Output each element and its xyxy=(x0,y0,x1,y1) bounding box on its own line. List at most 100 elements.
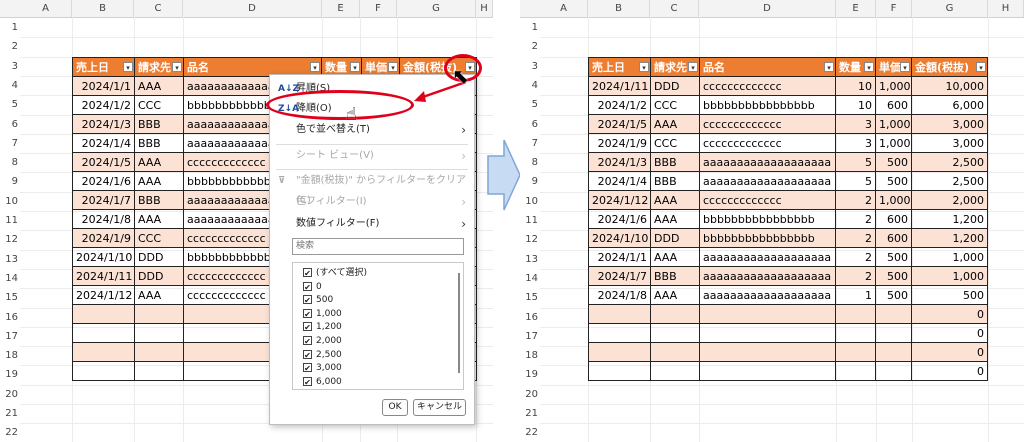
row-header[interactable]: 20 xyxy=(520,385,540,404)
table-cell[interactable]: 1,000 xyxy=(875,190,912,210)
table-cell[interactable]: BBB xyxy=(134,114,184,134)
table-cell[interactable]: 1,000 xyxy=(875,76,912,96)
table-cell[interactable]: 2024/1/2 xyxy=(588,95,651,115)
table-cell[interactable]: 0 xyxy=(911,304,988,324)
table-cell[interactable]: 0 xyxy=(911,323,988,343)
column-header[interactable]: G xyxy=(397,0,476,17)
row-header[interactable]: 16 xyxy=(520,308,540,327)
row-header[interactable]: 13 xyxy=(0,250,20,269)
table-cell[interactable]: 500 xyxy=(875,247,912,267)
table-cell[interactable]: 500 xyxy=(875,266,912,286)
row-header[interactable]: 3 xyxy=(0,57,20,76)
table-cell[interactable]: 3,000 xyxy=(911,114,988,134)
table-cell[interactable] xyxy=(699,323,836,343)
table-cell[interactable] xyxy=(650,361,700,381)
table-cell[interactable]: 5 xyxy=(835,152,876,172)
row-header[interactable]: 17 xyxy=(0,327,20,346)
table-cell[interactable]: ccccccccccccc xyxy=(699,133,836,153)
table-cell[interactable] xyxy=(875,304,912,324)
table-cell[interactable]: BBB xyxy=(134,190,184,210)
table-cell[interactable]: 1 xyxy=(835,285,876,305)
column-header[interactable]: B xyxy=(588,0,650,17)
table-cell[interactable]: 2024/1/12 xyxy=(72,285,135,305)
checkbox-checked-icon[interactable]: ✔ xyxy=(303,268,312,278)
sort-by-color-item[interactable]: 色で並べ替え(T) › xyxy=(270,120,474,140)
table-cell[interactable]: 2,500 xyxy=(911,171,988,191)
table-cell[interactable] xyxy=(588,342,651,362)
checkbox-checked-icon[interactable]: ✔ xyxy=(303,376,312,387)
row-header[interactable]: 5 xyxy=(520,95,540,114)
column-header[interactable]: H xyxy=(476,0,493,17)
row-header[interactable]: 2 xyxy=(0,37,20,56)
table-cell[interactable]: 2024/1/9 xyxy=(588,133,651,153)
checkbox-checked-icon[interactable]: ✔ xyxy=(303,336,312,346)
table-cell[interactable]: 0 xyxy=(911,342,988,362)
table-cell[interactable]: AAA xyxy=(134,171,184,191)
table-cell[interactable]: 3 xyxy=(835,114,876,134)
checkbox-checked-icon[interactable]: ✔ xyxy=(303,281,312,292)
table-cell[interactable]: 1,000 xyxy=(875,114,912,134)
table-cell[interactable]: 2024/1/7 xyxy=(588,266,651,286)
table-cell[interactable] xyxy=(588,361,651,381)
table-cell[interactable]: 500 xyxy=(875,152,912,172)
table-cell[interactable]: 2024/1/8 xyxy=(588,285,651,305)
row-header[interactable]: 6 xyxy=(520,115,540,134)
table-cell[interactable]: 5 xyxy=(835,171,876,191)
table-cell[interactable]: 2024/1/10 xyxy=(72,247,135,267)
filter-dropdown-button[interactable]: ▾ xyxy=(688,62,698,72)
table-cell[interactable]: DDD xyxy=(134,247,184,267)
table-cell[interactable]: 2024/1/9 xyxy=(72,228,135,248)
table-cell[interactable]: 1,200 xyxy=(911,228,988,248)
row-header[interactable]: 9 xyxy=(520,172,540,191)
table-cell[interactable] xyxy=(650,323,700,343)
table-cell[interactable]: 10,000 xyxy=(911,76,988,96)
row-header[interactable]: 22 xyxy=(0,423,20,442)
table-cell[interactable]: 1,000 xyxy=(911,247,988,267)
table-cell[interactable] xyxy=(134,342,184,362)
table-cell[interactable]: 2024/1/2 xyxy=(72,95,135,115)
ok-button[interactable]: OK xyxy=(382,399,408,416)
table-cell[interactable]: 2024/1/3 xyxy=(588,152,651,172)
table-cell[interactable]: AAA xyxy=(134,285,184,305)
table-cell[interactable]: BBB xyxy=(650,171,700,191)
table-cell[interactable] xyxy=(835,323,876,343)
table-cell[interactable]: BBB xyxy=(650,266,700,286)
column-header[interactable]: F xyxy=(360,0,397,17)
table-cell[interactable]: 2024/1/10 xyxy=(588,228,651,248)
table-cell[interactable]: bbbbbbbbbbbbbbbb xyxy=(699,95,836,115)
row-header[interactable]: 11 xyxy=(0,211,20,230)
table-cell[interactable] xyxy=(875,342,912,362)
table-cell[interactable]: 2 xyxy=(835,209,876,229)
table-cell[interactable]: ccccccccccccc xyxy=(699,76,836,96)
row-header[interactable]: 14 xyxy=(520,269,540,288)
filter-value-list[interactable]: ✔ (すべて選択) ✔ 0 ✔ 500 ✔ 1,000 ✔ 1,200 ✔ 2,000 ✔ 2,500 ✔ 3… xyxy=(292,262,464,390)
filter-dropdown-button[interactable]: ▾ xyxy=(310,62,320,72)
row-header[interactable]: 12 xyxy=(0,230,20,249)
row-header[interactable]: 21 xyxy=(520,404,540,423)
table-cell[interactable]: 10 xyxy=(835,95,876,115)
table-cell[interactable]: DDD xyxy=(134,266,184,286)
table-cell[interactable]: BBB xyxy=(650,152,700,172)
table-cell[interactable]: 6,000 xyxy=(911,95,988,115)
row-header[interactable]: 9 xyxy=(0,172,20,191)
table-cell[interactable] xyxy=(875,323,912,343)
table-cell[interactable] xyxy=(699,304,836,324)
table-cell[interactable]: aaaaaaaaaaaaaaaaaaa xyxy=(699,247,836,267)
table-cell[interactable]: aaaaaaaaaaaaaaaaaaa xyxy=(699,266,836,286)
table-cell[interactable]: 2024/1/4 xyxy=(72,133,135,153)
table-cell[interactable]: 500 xyxy=(875,171,912,191)
table-cell[interactable]: 2024/1/12 xyxy=(588,190,651,210)
table-cell[interactable]: 2,500 xyxy=(911,152,988,172)
row-header[interactable]: 19 xyxy=(520,365,540,384)
table-cell[interactable] xyxy=(72,342,135,362)
filter-dropdown-button[interactable]: ▾ xyxy=(864,62,874,72)
column-header[interactable]: C xyxy=(650,0,699,17)
table-cell[interactable]: 2024/1/1 xyxy=(588,247,651,267)
column-header[interactable]: E xyxy=(836,0,876,17)
table-cell[interactable] xyxy=(588,323,651,343)
table-cell[interactable]: ccccccccccccc xyxy=(699,190,836,210)
column-header[interactable]: F xyxy=(876,0,912,17)
checkbox-checked-icon[interactable]: ✔ xyxy=(303,322,312,332)
table-cell[interactable]: 1,000 xyxy=(911,266,988,286)
row-header[interactable]: 11 xyxy=(520,211,540,230)
